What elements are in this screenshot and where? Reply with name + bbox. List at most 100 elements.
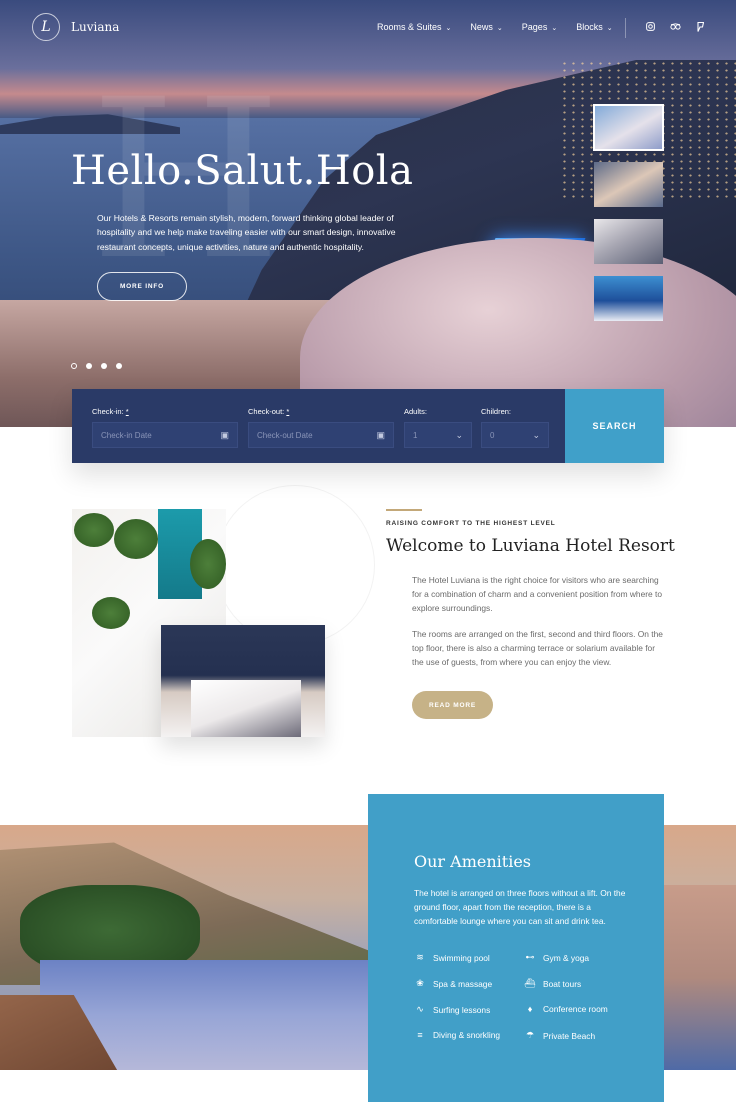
slide-thumbnail[interactable] (594, 276, 663, 321)
required-mark: * (125, 407, 129, 416)
amenities-description: The hotel is arranged on three floors wi… (414, 888, 626, 927)
calendar-icon[interactable]: ▣ (220, 430, 229, 441)
checkin-input[interactable]: Check-in Date ▣ (92, 422, 238, 448)
slide-dot[interactable] (116, 363, 122, 369)
ornament-decoration (215, 485, 375, 645)
top-navigation: L Luviana Rooms & Suites ⌄ News ⌄ Pages ⌄ B… (0, 0, 736, 56)
umbrella-icon: ☂ (525, 1030, 535, 1040)
children-field: Children: 0 ⌄ (481, 407, 549, 448)
nav-item-news[interactable]: News ⌄ (470, 22, 502, 32)
amenity-label: Swimming pool (433, 952, 490, 963)
amenity-boat-tours: ⛴ Boat tours (524, 978, 581, 989)
chevron-down-icon: ⌄ (606, 25, 613, 32)
hero-slider: H L Luviana Rooms & Suites ⌄ News ⌄ Pages ⌄… (0, 0, 736, 427)
adults-value: 1 (413, 430, 418, 440)
checkin-label: Check-in: * (92, 407, 238, 416)
amenity-label: Conference room (543, 1004, 608, 1014)
section-kicker: RAISING COMFORT TO THE HIGHEST LEVEL (386, 520, 556, 527)
amenity-label: Private Beach (543, 1030, 596, 1041)
chevron-down-icon: ⌄ (532, 429, 540, 440)
amenity-gym-yoga: ⊷ Gym & yoga (524, 952, 590, 963)
nav-divider (625, 18, 626, 38)
microphone-icon: ♦ (527, 1004, 533, 1014)
swimming-icon: ≋ (416, 952, 424, 962)
amenity-diving-snorkling: ≡ Diving & snorkling (414, 1030, 500, 1040)
photo-palm (114, 519, 158, 559)
amenities-title: Our Amenities (414, 852, 531, 871)
slide-thumbnail[interactable] (594, 162, 663, 207)
amenity-label: Diving & snorkling (433, 1030, 501, 1040)
slide-thumbnail[interactable] (594, 219, 663, 264)
dumbbell-icon: ⊷ (525, 952, 535, 962)
welcome-paragraph-2: The rooms are arranged on the first, sec… (412, 629, 663, 668)
amenity-label: Surfing lessons (433, 1004, 491, 1015)
chevron-down-icon: ⌄ (496, 25, 503, 32)
chevron-down-icon: ⌄ (455, 429, 463, 440)
required-mark: * (286, 407, 290, 416)
photo-palm (92, 597, 130, 629)
tripadvisor-icon[interactable] (670, 22, 681, 33)
chevron-down-icon: ⌄ (445, 25, 452, 32)
nav-label: Pages (521, 22, 548, 32)
lotus-icon: ❀ (416, 978, 424, 988)
checkout-placeholder: Check-out Date (257, 430, 313, 440)
hero-description: Our Hotels & Resorts remain stylish, mod… (97, 213, 396, 252)
nav-label: News (470, 22, 493, 32)
slide-dot[interactable] (101, 363, 107, 369)
boat-icon: ⛴ (524, 978, 536, 988)
amenity-label: Spa & massage (433, 978, 493, 989)
amenity-label: Boat tours (543, 978, 582, 989)
welcome-paragraph-1: The Hotel Luviana is the right choice fo… (412, 575, 662, 614)
calendar-icon[interactable]: ▣ (376, 430, 385, 441)
more-info-button[interactable]: MORE INFO (97, 272, 187, 301)
amenity-conference-room: ♦ Conference room (524, 1004, 608, 1014)
slide-thumbnail[interactable] (593, 104, 664, 151)
children-label: Children: (481, 407, 512, 416)
amenities-panel: Our Amenities The hotel is arranged on t… (368, 794, 664, 1102)
nav-label: Rooms & Suites (377, 22, 442, 32)
children-select[interactable]: 0 ⌄ (481, 422, 549, 448)
checkin-field: Check-in: * Check-in Date ▣ (92, 407, 238, 448)
logo-icon[interactable]: L (32, 13, 60, 41)
main-menu: Rooms & Suites ⌄ News ⌄ Pages ⌄ Blocks ⌄ (377, 22, 632, 32)
hero-title: Hello.Salut.Hola (71, 148, 414, 194)
slide-dot[interactable] (71, 363, 77, 369)
children-value: 0 (490, 430, 495, 440)
slider-pagination (71, 363, 122, 369)
checkin-placeholder: Check-in Date (101, 430, 152, 440)
photo-steps (191, 680, 301, 737)
amenity-private-beach: ☂ Private Beach (524, 1030, 595, 1041)
instagram-icon[interactable] (646, 22, 655, 33)
checkout-label: Check-out: * (248, 407, 394, 416)
label-text: Check-in: (92, 407, 124, 416)
amenity-label: Gym & yoga (543, 952, 590, 963)
search-button[interactable]: SEARCH (565, 389, 664, 463)
label-text: Check-out: (248, 407, 285, 416)
accent-line (386, 509, 422, 511)
chevron-down-icon: ⌄ (551, 25, 558, 32)
nav-item-blocks[interactable]: Blocks ⌄ (576, 22, 612, 32)
amenity-swimming-pool: ≋ Swimming pool (414, 952, 490, 963)
slider-thumbnails (593, 104, 664, 333)
foursquare-icon[interactable] (697, 21, 705, 34)
welcome-title: Welcome to Luviana Hotel Resort (386, 536, 675, 556)
diving-icon: ≡ (417, 1030, 423, 1040)
checkout-field: Check-out: * Check-out Date ▣ (248, 407, 394, 448)
nav-item-pages[interactable]: Pages ⌄ (522, 22, 557, 32)
photo-palm (190, 539, 226, 589)
photo-town (664, 885, 736, 1070)
photo-palm (74, 513, 114, 547)
read-more-button[interactable]: READ MORE (412, 691, 493, 719)
wave-icon: ∿ (416, 1004, 424, 1014)
brand-name[interactable]: Luviana (71, 20, 119, 34)
nav-label: Blocks (576, 22, 603, 32)
checkout-input[interactable]: Check-out Date ▣ (248, 422, 394, 448)
resort-photo-bottom (161, 625, 325, 737)
nav-item-rooms-suites[interactable]: Rooms & Suites ⌄ (377, 22, 451, 32)
amenity-spa-massage: ❀ Spa & massage (414, 978, 492, 989)
adults-label: Adults: (404, 407, 427, 416)
adults-field: Adults: 1 ⌄ (404, 407, 472, 448)
amenity-surfing-lessons: ∿ Surfing lessons (414, 1004, 490, 1015)
adults-select[interactable]: 1 ⌄ (404, 422, 472, 448)
slide-dot[interactable] (86, 363, 92, 369)
